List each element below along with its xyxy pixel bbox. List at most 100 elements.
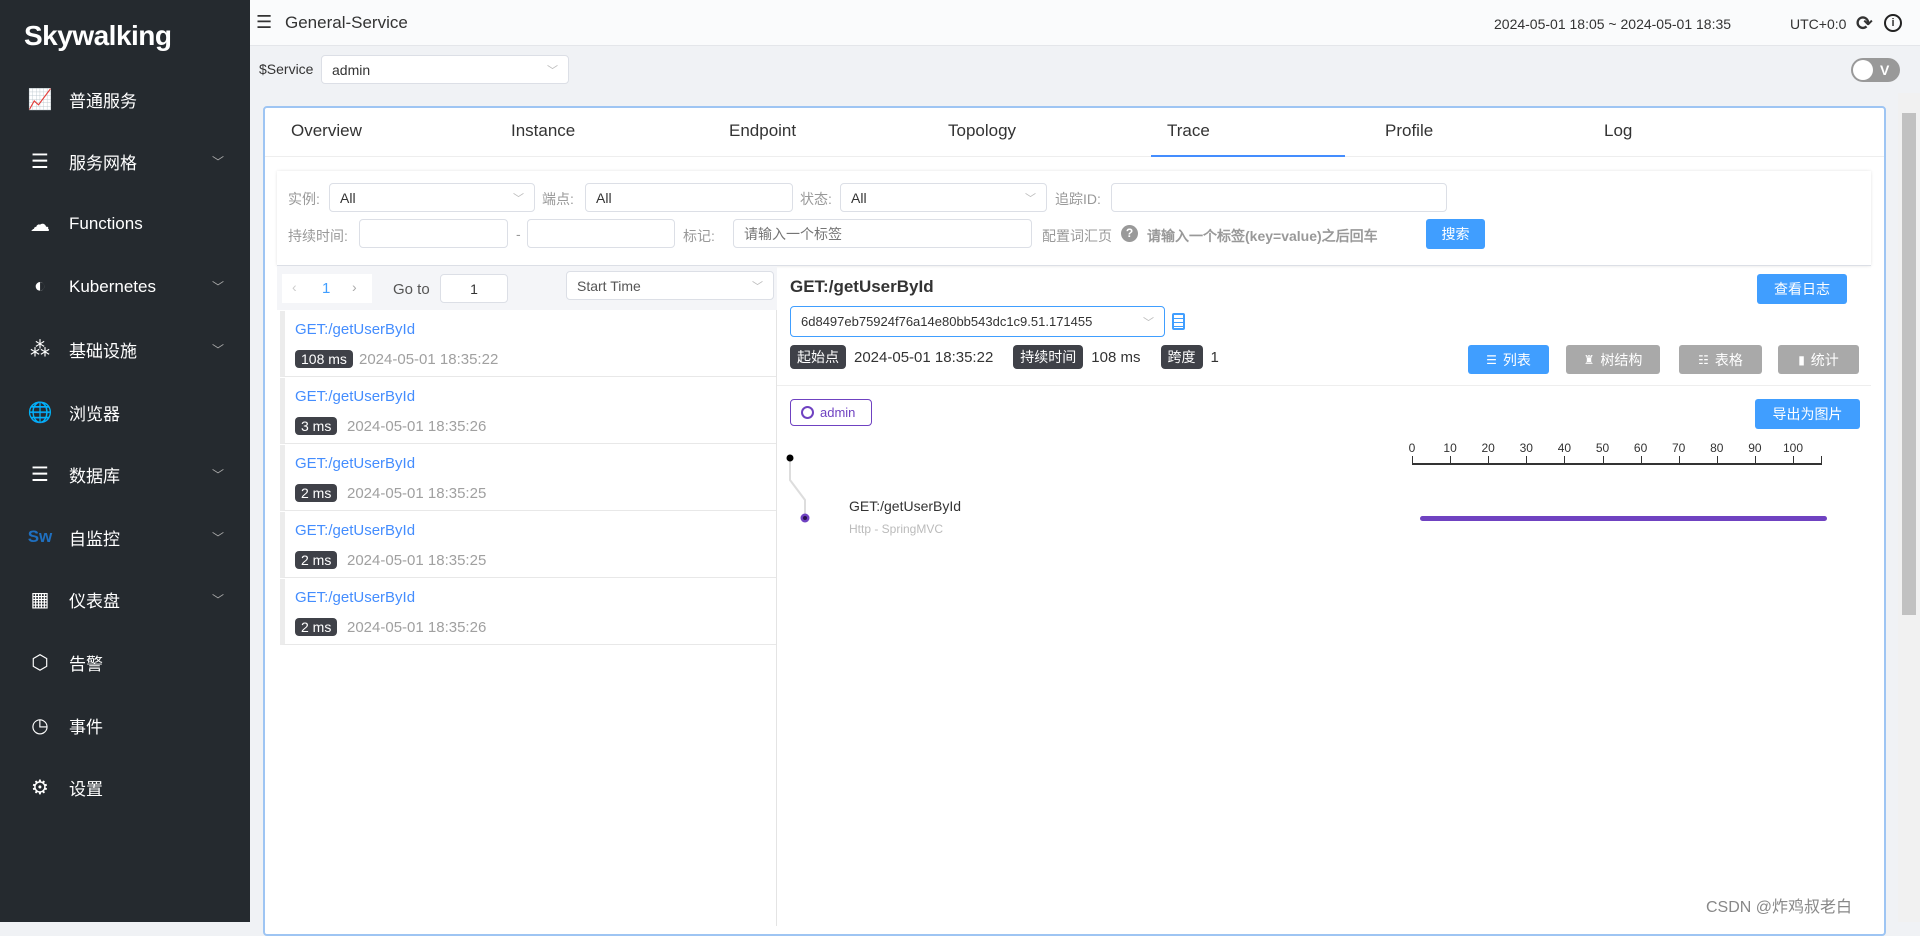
- endpoint-input[interactable]: All: [585, 183, 793, 212]
- menu-collapse-icon[interactable]: ☰: [256, 12, 272, 33]
- sidebar-item-7[interactable]: Sw 自监控 ﹀: [0, 512, 250, 562]
- circle-icon: [801, 406, 814, 419]
- chart-icon: 📈: [27, 88, 53, 111]
- list-item[interactable]: GET:/getUserById 2 ms 2024-05-01 18:35:25: [280, 445, 776, 511]
- copy-icon[interactable]: [1172, 313, 1185, 330]
- search-button[interactable]: 搜索: [1426, 219, 1485, 249]
- trace-title[interactable]: GET:/getUserById: [295, 589, 415, 606]
- span-duration-bar[interactable]: [1419, 516, 1828, 521]
- span-value: 1: [1210, 348, 1219, 366]
- service-bar: $Service admin ﹀ V: [250, 47, 1900, 93]
- trace-id-label: 追踪ID:: [1055, 191, 1101, 207]
- trace-time: 2024-05-01 18:35:22: [359, 351, 499, 368]
- min-duration-input[interactable]: [359, 219, 508, 248]
- tab-endpoint[interactable]: Endpoint: [729, 121, 796, 141]
- list-item[interactable]: GET:/getUserById 108 ms 2024-05-01 18:35:2…: [280, 311, 776, 377]
- trace-title[interactable]: GET:/getUserById: [295, 388, 415, 405]
- view-tree-button[interactable]: ♜ 树结构: [1566, 345, 1660, 374]
- duration-badge: 2 ms: [295, 484, 338, 502]
- trace-id-input[interactable]: [1111, 183, 1447, 212]
- tag-label: 标记:: [683, 228, 715, 244]
- mesh-icon: ☰: [31, 151, 49, 174]
- max-duration-input[interactable]: [527, 219, 675, 248]
- tab-instance[interactable]: Instance: [511, 121, 575, 141]
- status-select[interactable]: All ﹀: [840, 183, 1047, 212]
- next-page-icon[interactable]: ›: [352, 279, 357, 295]
- globe-icon: 🌐: [27, 401, 53, 424]
- service-tag[interactable]: admin: [790, 399, 872, 426]
- list-item[interactable]: GET:/getUserById 2 ms 2024-05-01 18:35:25: [280, 512, 776, 578]
- trace-title[interactable]: GET:/getUserById: [295, 455, 415, 472]
- view-table-button[interactable]: ☷ 表格: [1679, 345, 1762, 374]
- tab-topology[interactable]: Topology: [948, 121, 1016, 141]
- start-tag: 起始点: [790, 345, 846, 369]
- sidebar-item-2[interactable]: ☁ Functions: [0, 199, 250, 249]
- tab-log[interactable]: Log: [1604, 121, 1632, 141]
- time-range[interactable]: 2024-05-01 18:05 ~ 2024-05-01 18:35: [1494, 16, 1731, 32]
- cloud-icon: ☁: [30, 213, 50, 236]
- scrollbar[interactable]: [1898, 93, 1920, 922]
- sort-select[interactable]: Start Time ﹀: [566, 271, 774, 300]
- duration-badge: 2 ms: [295, 551, 338, 569]
- view-bar-chart-button[interactable]: ▮ 统计: [1778, 345, 1859, 374]
- span-name[interactable]: GET:/getUserById: [849, 498, 961, 514]
- alert-icon: ⬡: [31, 651, 49, 674]
- duration-badge: 2 ms: [295, 618, 338, 636]
- current-page[interactable]: 1: [322, 280, 330, 297]
- infrastructure-icon: ⁂: [30, 338, 50, 361]
- timezone: UTC+0:0: [1790, 16, 1847, 32]
- list-item[interactable]: GET:/getUserById 2 ms 2024-05-01 18:35:26: [280, 579, 776, 645]
- refresh-icon[interactable]: ⟳: [1856, 11, 1873, 36]
- chevron-down-icon: ﹀: [547, 64, 558, 77]
- version-toggle[interactable]: V: [1851, 58, 1900, 82]
- sidebar-item-1[interactable]: ☰ 服务网格 ﹀: [0, 137, 250, 187]
- export-image-button[interactable]: 导出为图片: [1755, 399, 1860, 429]
- trace-title[interactable]: GET:/getUserById: [295, 321, 415, 338]
- axis-tick-label: 70: [1672, 441, 1686, 455]
- axis-tick-label: 90: [1748, 441, 1762, 455]
- axis-tick-label: 30: [1519, 441, 1533, 455]
- chevron-down-icon: ﹀: [752, 280, 763, 293]
- goto-input[interactable]: 1: [440, 274, 508, 303]
- view-list-button[interactable]: ☰ 列表: [1468, 345, 1549, 374]
- list-item[interactable]: GET:/getUserById 3 ms 2024-05-01 18:35:26: [280, 378, 776, 444]
- axis-tick-label: 20: [1481, 441, 1495, 455]
- vocabulary-link[interactable]: 配置词汇页: [1042, 226, 1112, 246]
- kubernetes-icon: ◐: [33, 275, 47, 298]
- start-value: 2024-05-01 18:35:22: [854, 348, 994, 366]
- prev-page-icon[interactable]: ‹: [292, 279, 297, 295]
- tag-input[interactable]: [733, 219, 1032, 248]
- tab-trace[interactable]: Trace: [1167, 121, 1210, 141]
- sidebar-item-6[interactable]: ☰ 数据库 ﹀: [0, 450, 250, 500]
- trace-time: 2024-05-01 18:35:25: [347, 552, 487, 569]
- duration-tag: 持续时间: [1013, 345, 1084, 369]
- trace-title[interactable]: GET:/getUserById: [295, 522, 415, 539]
- span-tag: 跨度: [1160, 345, 1203, 369]
- sidebar: Skywalking 📈 普通服务 ☰ 服务网格 ﹀ ☁ Functions ◐ Kuberne…: [0, 0, 250, 922]
- tab-profile[interactable]: Profile: [1385, 121, 1433, 141]
- dashboard-icon: ▦: [30, 589, 50, 612]
- help-icon[interactable]: ?: [1121, 225, 1138, 242]
- table-icon: ☷: [1698, 352, 1709, 367]
- instance-select[interactable]: All ﹀: [329, 183, 535, 212]
- chevron-down-icon: ﹀: [211, 342, 224, 357]
- axis-tick-label: 80: [1710, 441, 1724, 455]
- duration-label: 持续时间:: [288, 228, 348, 244]
- sidebar-item-5[interactable]: 🌐 浏览器: [0, 387, 250, 437]
- sidebar-item-10[interactable]: ◷ 事件: [0, 700, 250, 750]
- tab-overview[interactable]: Overview: [291, 121, 362, 141]
- sidebar-item-3[interactable]: ◐ Kubernetes ﹀: [0, 262, 250, 312]
- service-select[interactable]: admin ﹀: [321, 55, 569, 84]
- view-logs-button[interactable]: 查看日志: [1757, 274, 1847, 304]
- chevron-down-icon: ﹀: [211, 593, 224, 608]
- sidebar-item-4[interactable]: ⁂ 基础设施 ﹀: [0, 324, 250, 374]
- scrollbar-thumb[interactable]: [1902, 113, 1916, 615]
- sidebar-item-0[interactable]: 📈 普通服务: [0, 74, 250, 124]
- axis-tick-label: 50: [1595, 441, 1610, 455]
- sidebar-item-8[interactable]: ▦ 仪表盘 ﹀: [0, 575, 250, 625]
- sidebar-item-11[interactable]: ⚙ 设置: [0, 763, 250, 813]
- chevron-down-icon: ﹀: [211, 280, 224, 295]
- sidebar-item-9[interactable]: ⬡ 告警: [0, 637, 250, 687]
- info-icon[interactable]: i: [1884, 14, 1902, 32]
- trace-id-select[interactable]: 6d8497eb75924f76a14e80bb543dc1c9.51.1714…: [790, 306, 1165, 337]
